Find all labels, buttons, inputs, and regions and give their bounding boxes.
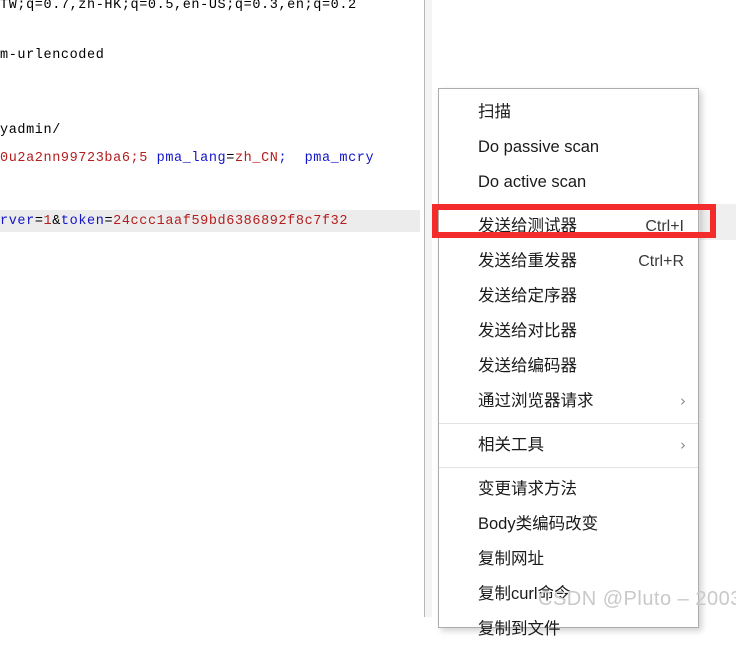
menu-separator — [439, 204, 698, 205]
code-token: token — [60, 214, 105, 229]
background-plate — [700, 204, 736, 240]
code-line: TW;q=0.7,zh-HK;q=0.5,en-US;q=0.3,en;q=0.… — [0, 0, 357, 14]
code-token: yadmin/ — [0, 123, 61, 138]
code-token: = — [104, 214, 114, 229]
menu-item-9[interactable]: 相关工具 › — [439, 428, 698, 463]
code-line-text: rver=1&token=24ccc1aaf59bd6386892f8c7f32 — [0, 213, 348, 230]
code-token: 24ccc1aaf59bd6386892f8c7f32 — [113, 214, 349, 229]
menu-item-5[interactable]: 发送给定序器 — [439, 279, 698, 314]
code-line: 0u2a2nn99723ba6;5 pma_lang=zh_CN; pma_mc… — [0, 150, 374, 167]
code-line: m-urlencoded — [0, 47, 104, 64]
code-token: ;5 — [130, 151, 157, 166]
chevron-right-icon: › — [680, 436, 686, 454]
menu-item-shortcut: Ctrl+I — [645, 218, 684, 235]
menu-item-label: 扫描 — [478, 103, 511, 121]
code-token: TW;q=0.7,zh-HK;q=0.5,en-US;q=0.3,en;q=0.… — [0, 0, 357, 13]
editor-scrollbar[interactable] — [425, 0, 432, 617]
code-token: m-urlencoded — [0, 48, 105, 63]
watermark: CSDN @Pluto – 2003 — [538, 588, 736, 610]
code-token: = — [226, 151, 235, 166]
menu-separator — [439, 467, 698, 468]
code-token: pma_lang — [156, 151, 227, 166]
menu-item-8[interactable]: 通过浏览器请求 › — [439, 384, 698, 419]
menu-item-shortcut: Ctrl+R — [638, 253, 684, 270]
menu-item-label: 发送给定序器 — [478, 287, 577, 305]
menu-item-10[interactable]: 变更请求方法 — [439, 472, 698, 507]
code-token: pma_mcry — [304, 151, 375, 166]
menu-item-label: 发送给对比器 — [478, 322, 577, 340]
menu-item-label: 复制网址 — [478, 550, 544, 568]
code-token: & — [52, 214, 61, 229]
menu-item-label: 变更请求方法 — [478, 480, 577, 498]
menu-item-label: 通过浏览器请求 — [478, 392, 594, 410]
code-token: rver — [0, 214, 35, 229]
context-menu[interactable]: 扫描 Do passive scan Do active scan 发送给测试器 Ctr… — [438, 88, 699, 638]
menu-item-2[interactable]: Do active scan — [439, 165, 698, 200]
chevron-right-icon: › — [680, 392, 686, 410]
code-token: zh_CN — [234, 151, 279, 166]
menu-item-label: 发送给编码器 — [478, 357, 577, 375]
menu-item-0[interactable]: 扫描 — [439, 95, 698, 130]
code-token: ; — [278, 151, 305, 166]
menu-item-3[interactable]: 发送给测试器 Ctrl+I — [439, 209, 698, 244]
menu-item-6[interactable]: 发送给对比器 — [439, 314, 698, 349]
code-token: 1 — [43, 214, 53, 229]
menu-item-12[interactable]: 复制网址 — [439, 542, 698, 577]
menu-item-label: Body类编码改变 — [478, 515, 599, 533]
menu-item-7[interactable]: 发送给编码器 — [439, 349, 698, 384]
code-token: 0u2a2nn99723ba6 — [0, 151, 131, 166]
code-line-selected[interactable]: rver=1&token=24ccc1aaf59bd6386892f8c7f32 — [0, 210, 420, 232]
code-line: yadmin/ — [0, 122, 61, 139]
menu-item-11[interactable]: Body类编码改变 — [439, 507, 698, 542]
menu-item-4[interactable]: 发送给重发器 Ctrl+R — [439, 244, 698, 279]
menu-item-label: 发送给重发器 — [478, 252, 577, 270]
menu-item-label: 复制到文件 — [478, 620, 561, 638]
menu-item-label: Do active scan — [478, 173, 587, 191]
menu-separator — [439, 423, 698, 424]
menu-item-label: Do passive scan — [478, 138, 600, 156]
menu-item-1[interactable]: Do passive scan — [439, 130, 698, 165]
menu-item-label: 发送给测试器 — [478, 217, 577, 235]
code-token: = — [34, 214, 44, 229]
menu-item-label: 相关工具 — [478, 436, 544, 454]
menu-item-14[interactable]: 复制到文件 — [439, 612, 698, 647]
